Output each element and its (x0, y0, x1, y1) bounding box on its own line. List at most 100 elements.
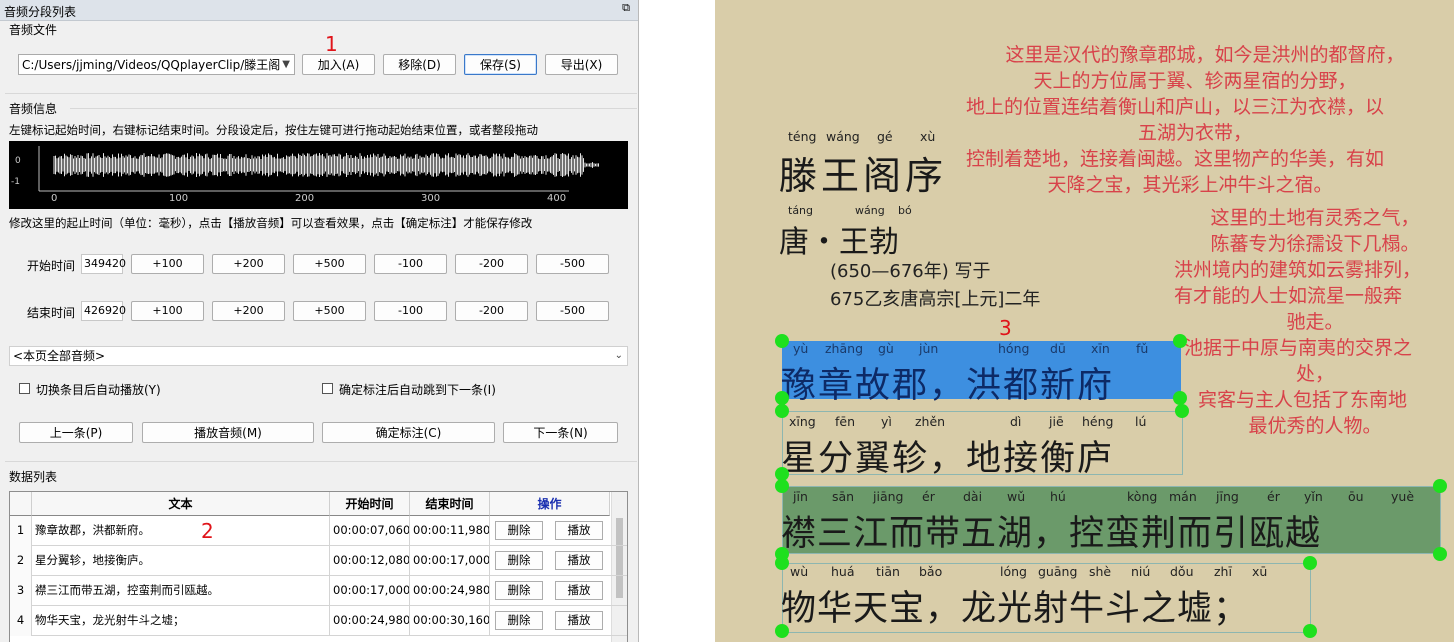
end-time-input[interactable]: 426920 (81, 301, 126, 321)
end-minus-200-button[interactable]: -200 (455, 301, 528, 321)
prev-button[interactable]: 上一条(P) (19, 422, 133, 443)
pinyin: niú (1131, 564, 1151, 579)
resize-handle[interactable] (775, 556, 789, 570)
pinyin: zhī (1214, 564, 1232, 579)
pinyin: lú (1135, 414, 1147, 429)
panel-title: 音频分段列表 (4, 5, 77, 19)
pinyin: jùn (919, 341, 939, 356)
pinyin: ér (1267, 489, 1280, 504)
confirm-annotation-button[interactable]: 确定标注(C) (322, 422, 495, 443)
remove-button[interactable]: 移除(D) (383, 54, 456, 75)
delete-button[interactable]: 删除 (495, 521, 543, 540)
translation-line: 有才能的人士如流星一般奔 (1174, 285, 1403, 307)
play-button[interactable]: 播放 (555, 581, 603, 600)
row-number: 1 (10, 516, 32, 546)
end-minus-500-button[interactable]: -500 (536, 301, 609, 321)
pinyin: xīng (789, 414, 816, 429)
row-start: 00:00:17,000 (330, 576, 410, 606)
y-tick-label: 0 (15, 156, 21, 166)
pinyin: yì (881, 414, 892, 429)
pinyin: xū (1252, 564, 1268, 579)
pinyin: sān (832, 489, 855, 504)
title-pinyin: gé (877, 129, 893, 144)
row-number: 4 (10, 606, 32, 636)
x-tick-label: 0 (51, 193, 58, 204)
resize-handle[interactable] (775, 334, 789, 348)
delete-button[interactable]: 删除 (495, 611, 543, 630)
table-row[interactable]: 3 襟三江而带五湖，控蛮荆而引瓯越。 00:00:17,000 00:00:24… (10, 576, 627, 606)
pinyin: xīn (1091, 341, 1110, 356)
column-header-op[interactable]: 操作 (490, 492, 610, 516)
row-text: 豫章故郡，洪都新府。 (32, 516, 330, 546)
waveform-chart (38, 146, 599, 192)
resize-handle[interactable] (1433, 479, 1447, 493)
delete-button[interactable]: 删除 (495, 551, 543, 570)
resize-handle[interactable] (775, 479, 789, 493)
start-minus-100-button[interactable]: -100 (374, 254, 447, 274)
translation-line: 处， (1295, 363, 1334, 385)
resize-handle[interactable] (775, 624, 789, 638)
play-button[interactable]: 播放 (555, 521, 603, 540)
start-plus-500-button[interactable]: +500 (293, 254, 366, 274)
x-tick-label: 200 (295, 193, 315, 204)
start-plus-200-button[interactable]: +200 (212, 254, 285, 274)
resize-handle[interactable] (775, 391, 789, 405)
end-plus-100-button[interactable]: +100 (131, 301, 204, 321)
pinyin: yuè (1391, 489, 1415, 504)
resize-handle[interactable] (1303, 556, 1317, 570)
title-pinyin: téng (788, 129, 817, 144)
start-plus-100-button[interactable]: +100 (131, 254, 204, 274)
delete-button[interactable]: 删除 (495, 581, 543, 600)
end-minus-100-button[interactable]: -100 (374, 301, 447, 321)
play-button[interactable]: 播放 (555, 551, 603, 570)
pinyin: yǐn (1304, 489, 1323, 504)
translation-block-b: 这里的土地有灵秀之气， 陈蕃专为徐孺设下几榻。 洪州境内的建筑如云雾排列， 有才… (1170, 205, 1454, 439)
start-minus-200-button[interactable]: -200 (455, 254, 528, 274)
export-button[interactable]: 导出(X) (545, 54, 618, 75)
translation-line: 池据于中原与南夷的交界之 (1184, 337, 1413, 359)
pinyin: ér (922, 489, 935, 504)
table-row[interactable]: 4 物华天宝，龙光射牛斗之墟； 00:00:24,980 00:00:30,16… (10, 606, 627, 636)
scope-select[interactable]: <本页全部音频> ⌄ (9, 346, 628, 366)
auto-play-checkbox[interactable] (19, 383, 30, 394)
row-text: 襟三江而带五湖，控蛮荆而引瓯越。 (32, 576, 330, 606)
resize-handle[interactable] (1175, 404, 1189, 418)
pinyin: zhěn (915, 414, 946, 429)
poem-title: 滕王阁序 (779, 154, 948, 198)
resize-handle[interactable] (775, 404, 789, 418)
translation-line: 五湖为衣带， (1137, 122, 1252, 144)
audio-file-combo[interactable]: C:/Users/jjming/Videos/QQplayerClip/滕王阁 … (18, 54, 295, 75)
chevron-down-icon: ⌄ (614, 350, 623, 361)
x-tick-label: 400 (547, 193, 567, 204)
translation-line: 天降之宝，其光彩上冲牛斗之宿。 (1047, 174, 1333, 196)
save-button[interactable]: 保存(S) (464, 54, 537, 75)
float-window-icon[interactable]: ⧉ (620, 2, 632, 14)
end-plus-500-button[interactable]: +500 (293, 301, 366, 321)
resize-handle[interactable] (1303, 624, 1317, 638)
poem-line-text: 豫章故郡，洪都新府 (781, 366, 1115, 406)
translation-line: 最优秀的人物。 (1248, 415, 1382, 437)
pinyin: fēn (835, 414, 856, 429)
resize-handle[interactable] (1433, 547, 1447, 561)
next-button[interactable]: 下一条(N) (503, 422, 618, 443)
chevron-down-icon: ▼ (282, 59, 290, 70)
column-header-end[interactable]: 结束时间 (410, 492, 490, 516)
play-audio-button[interactable]: 播放音频(M) (142, 422, 314, 443)
play-button[interactable]: 播放 (555, 611, 603, 630)
author-pinyin: wáng (855, 204, 885, 217)
table-row[interactable]: 1 豫章故郡，洪都新府。 00:00:07,060 00:00:11,980 删… (10, 516, 627, 546)
auto-next-checkbox[interactable] (322, 383, 333, 394)
table-corner (10, 492, 32, 516)
add-button[interactable]: 加入(A) (302, 54, 375, 75)
waveform-view[interactable]: 0 -1 0 100 200 300 400 (9, 141, 628, 209)
column-header-start[interactable]: 开始时间 (330, 492, 410, 516)
table-row[interactable]: 2 星分翼轸，地接衡庐。 00:00:12,080 00:00:17,000 删… (10, 546, 627, 576)
start-minus-500-button[interactable]: -500 (536, 254, 609, 274)
column-header-text[interactable]: 文本 (32, 492, 330, 516)
start-time-input[interactable]: 349420 (81, 254, 126, 274)
resize-handle[interactable] (1173, 391, 1187, 405)
pinyin: dài (963, 489, 983, 504)
end-plus-200-button[interactable]: +200 (212, 301, 285, 321)
resize-handle[interactable] (1173, 334, 1187, 348)
pinyin: shè (1089, 564, 1112, 579)
